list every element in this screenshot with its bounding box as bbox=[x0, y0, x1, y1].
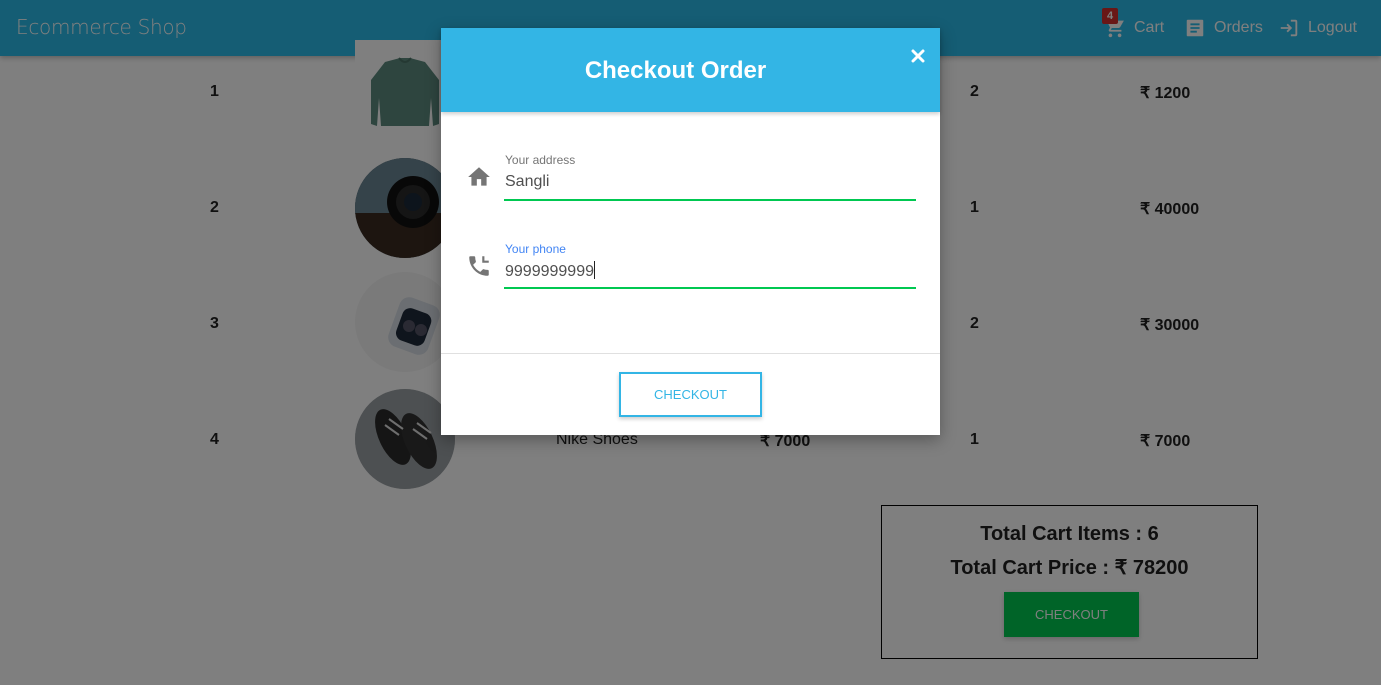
address-underline bbox=[504, 199, 916, 201]
phone-input[interactable]: 9999999999 bbox=[505, 261, 595, 281]
address-label: Your address bbox=[505, 153, 576, 167]
modal-checkout-button[interactable]: CHECKOUT bbox=[619, 372, 762, 417]
phone-forward-icon bbox=[466, 253, 492, 279]
address-input[interactable]: Sangli bbox=[505, 173, 549, 191]
text-caret bbox=[593, 261, 595, 279]
modal-footer-divider bbox=[441, 353, 940, 354]
phone-underline bbox=[504, 287, 916, 289]
checkout-modal: Checkout Order Your address Sangli Your … bbox=[441, 28, 940, 435]
modal-title: Checkout Order bbox=[584, 57, 767, 84]
phone-label: Your phone bbox=[505, 242, 566, 256]
phone-value: 9999999999 bbox=[505, 263, 594, 280]
close-icon[interactable] bbox=[907, 45, 929, 67]
modal-header: Checkout Order bbox=[441, 28, 940, 112]
home-icon bbox=[466, 164, 492, 190]
